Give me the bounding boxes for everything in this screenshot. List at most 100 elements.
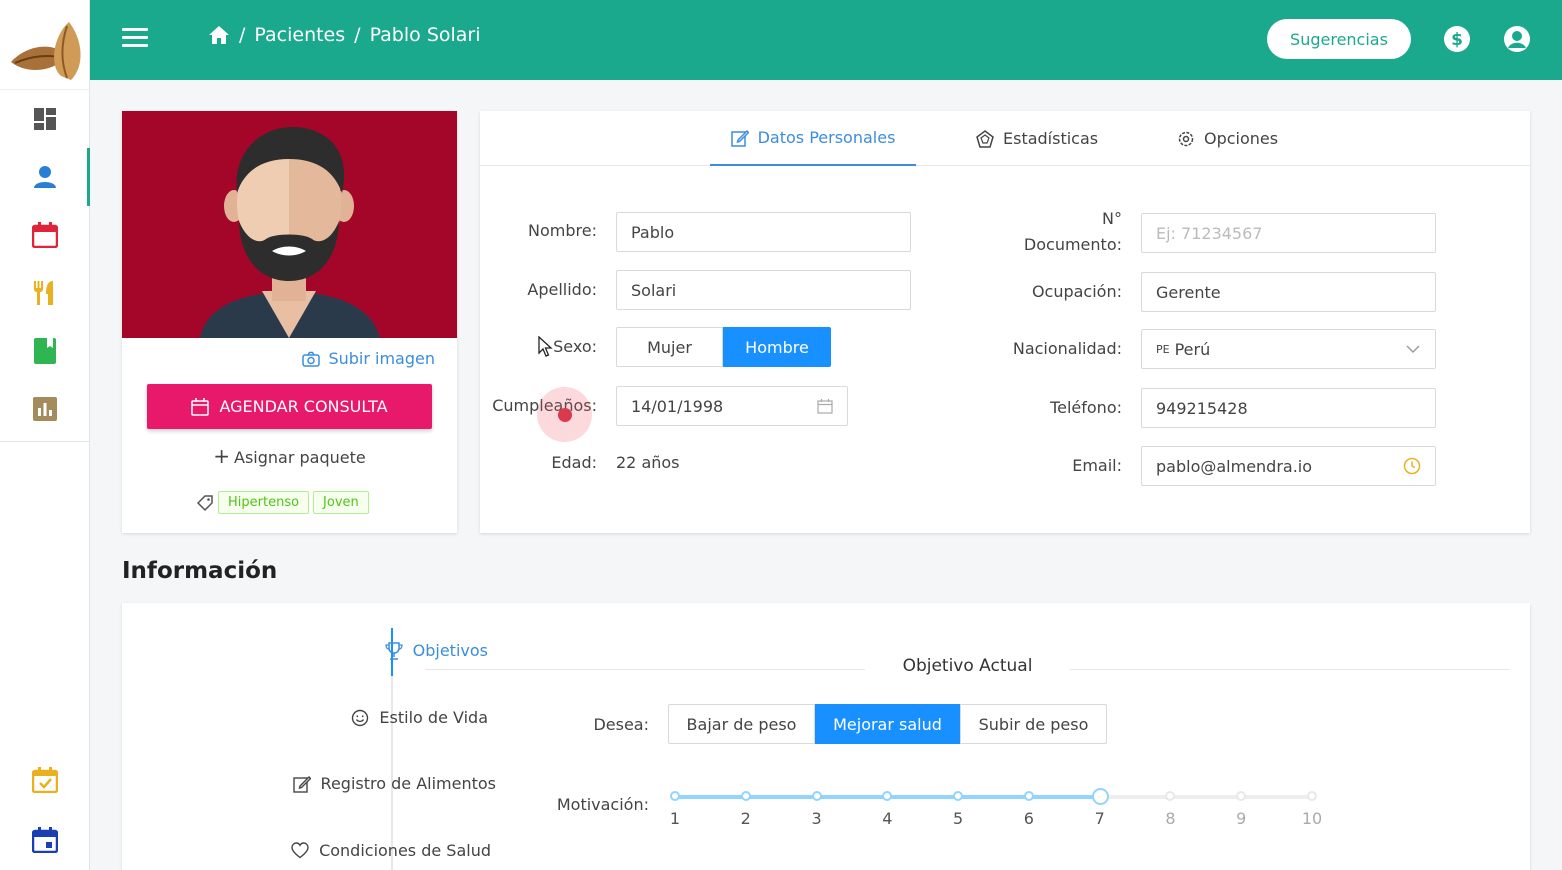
almond-logo-icon bbox=[10, 21, 81, 80]
tab-bar: Datos Personales Estadísticas Opciones bbox=[480, 111, 1530, 166]
sex-option-female[interactable]: Mujer bbox=[616, 327, 723, 367]
document-field[interactable]: Ej: 71234567 bbox=[1141, 213, 1436, 253]
last-name-field[interactable]: Solari bbox=[616, 270, 911, 310]
breadcrumb-current: Pablo Solari bbox=[369, 24, 481, 46]
occupation-field[interactable]: Gerente bbox=[1141, 272, 1436, 312]
goal-option-improve-health[interactable]: Mejorar salud bbox=[815, 704, 960, 744]
sex-selector: Mujer Hombre bbox=[616, 327, 831, 367]
motivation-slider[interactable] bbox=[670, 788, 1317, 805]
slider-dot[interactable] bbox=[1165, 791, 1176, 801]
sidebar-item-patients[interactable] bbox=[0, 148, 90, 206]
tag-list: Hipertenso Joven bbox=[196, 491, 369, 514]
nationality-select[interactable]: PE Perú bbox=[1141, 329, 1436, 369]
home-icon[interactable] bbox=[208, 25, 230, 45]
tag[interactable]: Joven bbox=[313, 491, 369, 514]
tab-statistics[interactable]: Estadísticas bbox=[976, 111, 1098, 166]
top-bar: / Pacientes / Pablo Solari Sugerencias $ bbox=[90, 0, 1562, 80]
slider-dot[interactable] bbox=[811, 791, 822, 801]
calendar-icon bbox=[191, 397, 210, 416]
sidebar-item-stats[interactable] bbox=[0, 380, 89, 438]
slider-mark-label[interactable]: 5 bbox=[943, 809, 973, 828]
slider-dot[interactable] bbox=[1307, 791, 1317, 801]
dollar-icon[interactable]: $ bbox=[1442, 24, 1472, 54]
app-logo[interactable] bbox=[0, 0, 89, 90]
wish-label: Desea: bbox=[593, 715, 649, 734]
slider-handle[interactable] bbox=[1091, 788, 1109, 805]
occupation-label: Ocupación: bbox=[1031, 282, 1122, 301]
slider-dot[interactable] bbox=[882, 791, 893, 801]
assign-package-link[interactable]: + Asignar paquete bbox=[122, 444, 457, 468]
breadcrumb: / Pacientes / Pablo Solari bbox=[208, 24, 481, 46]
upload-image-link[interactable]: Subir imagen bbox=[302, 349, 435, 368]
slider-dot[interactable] bbox=[953, 791, 964, 801]
first-name-field[interactable]: Pablo bbox=[616, 212, 911, 252]
personal-data-card: Datos Personales Estadísticas Opciones N… bbox=[480, 111, 1530, 533]
tag-icon[interactable] bbox=[196, 494, 214, 512]
nationality-label: Nacionalidad: bbox=[1012, 339, 1122, 358]
sidebar-item-events[interactable] bbox=[0, 815, 90, 865]
slider-mark-label[interactable]: 10 bbox=[1297, 809, 1327, 828]
sex-option-male[interactable]: Hombre bbox=[723, 327, 831, 367]
slider-dot[interactable] bbox=[1023, 791, 1034, 801]
goal-option-gain-weight[interactable]: Subir de peso bbox=[960, 704, 1107, 744]
slider-mark-label[interactable]: 7 bbox=[1085, 809, 1115, 828]
slider-dot[interactable] bbox=[670, 791, 680, 801]
account-icon[interactable] bbox=[1502, 24, 1532, 54]
sidebar-item-calendar[interactable] bbox=[0, 206, 89, 264]
sidebar-item-dashboard[interactable] bbox=[0, 90, 89, 148]
sidebar-item-meals[interactable] bbox=[0, 264, 89, 322]
suggestions-button[interactable]: Sugerencias bbox=[1267, 19, 1411, 59]
hamburger-menu-button[interactable] bbox=[122, 28, 148, 50]
age-label: Edad: bbox=[551, 453, 597, 472]
country-code: PE bbox=[1156, 342, 1170, 356]
tab-personal-data[interactable]: Datos Personales bbox=[710, 111, 916, 166]
birthday-field[interactable]: 14/01/1998 bbox=[616, 386, 848, 426]
slider-mark-label[interactable]: 8 bbox=[1155, 809, 1185, 828]
vtab-lifestyle[interactable]: Estilo de Vida bbox=[351, 708, 488, 727]
section-title: Objetivo Actual bbox=[902, 656, 1033, 676]
email-field[interactable]: pablo@almendra.io bbox=[1141, 446, 1436, 486]
calendar-icon[interactable] bbox=[817, 398, 833, 414]
edit-icon bbox=[730, 129, 749, 147]
slider-dot[interactable] bbox=[1236, 791, 1247, 801]
profile-card: Subir imagen AGENDAR CONSULTA + Asignar p… bbox=[122, 111, 457, 533]
chevron-down-icon bbox=[1406, 345, 1420, 353]
phone-label: Teléfono: bbox=[1050, 398, 1122, 417]
utensils-icon bbox=[33, 281, 53, 305]
vtab-food-log[interactable]: Registro de Alimentos bbox=[292, 774, 496, 793]
slider-mark-label[interactable]: 6 bbox=[1014, 809, 1044, 828]
slider-mark-label[interactable]: 2 bbox=[731, 809, 761, 828]
radar-chart-icon bbox=[976, 129, 994, 148]
slider-mark-label[interactable]: 1 bbox=[660, 809, 690, 828]
vtab-health-conditions[interactable]: Condiciones de Salud bbox=[291, 841, 491, 860]
heart-icon bbox=[291, 842, 309, 859]
document-label-line2: Documento: bbox=[1023, 235, 1122, 254]
bar-chart-icon bbox=[32, 397, 57, 421]
trophy-icon bbox=[385, 641, 403, 660]
document-label-line1: N° bbox=[1102, 209, 1122, 228]
tag[interactable]: Hipertenso bbox=[218, 491, 310, 514]
slider-mark-label[interactable]: 9 bbox=[1226, 809, 1256, 828]
click-indicator bbox=[537, 387, 592, 442]
sidebar-item-tasks[interactable] bbox=[0, 755, 90, 805]
man-avatar-icon bbox=[200, 127, 380, 338]
slider-mark-label[interactable]: 4 bbox=[872, 809, 902, 828]
book-icon bbox=[33, 338, 56, 364]
email-label: Email: bbox=[1072, 456, 1122, 475]
schedule-consultation-button[interactable]: AGENDAR CONSULTA bbox=[147, 384, 432, 429]
breadcrumb-patients[interactable]: Pacientes bbox=[254, 24, 345, 46]
user-icon bbox=[33, 166, 56, 188]
phone-field[interactable]: 949215428 bbox=[1141, 388, 1436, 428]
clock-icon[interactable] bbox=[1403, 457, 1421, 475]
camera-icon bbox=[302, 351, 321, 367]
sidebar bbox=[0, 0, 90, 870]
slider-dot[interactable] bbox=[740, 791, 751, 801]
gear-icon bbox=[1178, 131, 1194, 146]
tab-options[interactable]: Opciones bbox=[1177, 111, 1278, 166]
goal-option-lose-weight[interactable]: Bajar de peso bbox=[668, 704, 815, 744]
sidebar-item-book[interactable] bbox=[0, 322, 89, 380]
motivation-label: Motivación: bbox=[556, 795, 649, 814]
goal-selector: Bajar de peso Mejorar salud Subir de pes… bbox=[668, 704, 1107, 744]
slider-mark-label[interactable]: 3 bbox=[802, 809, 832, 828]
plus-icon: + bbox=[213, 444, 231, 468]
